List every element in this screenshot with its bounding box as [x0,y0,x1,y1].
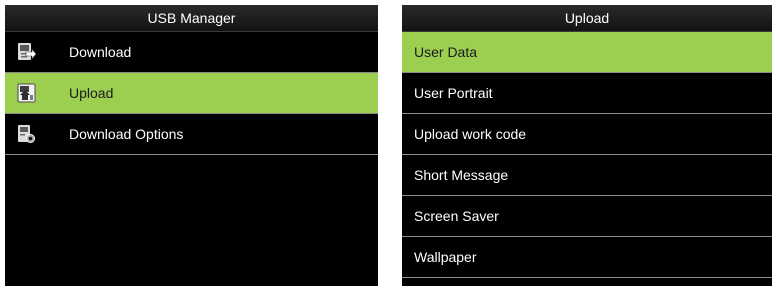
menu-item-label: User Portrait [414,85,493,101]
menu-item-wallpaper[interactable]: Wallpaper [402,237,772,278]
menu-item-label: Upload [69,85,114,101]
menu-item-label: Wallpaper [414,249,477,265]
download-icon [17,42,37,62]
menu-item-label: Short Message [414,167,509,183]
menu-item-label: Screen Saver [414,208,499,224]
menu-item-short-message[interactable]: Short Message [402,155,772,196]
menu-item-label: Download Options [69,126,184,142]
usb-manager-screen: USB Manager Download Upload Download Opt… [5,5,378,286]
menu-item-label: User Data [414,44,478,60]
upload-screen: Upload User Data User Portrait Upload wo… [402,5,772,286]
upload-title: Upload [402,5,772,32]
menu-item-label: Upload work code [414,126,527,142]
usb-manager-title: USB Manager [5,5,378,32]
download-options-icon [17,124,36,144]
menu-item-upload-work-code[interactable]: Upload work code [402,114,772,155]
menu-item-label: Download [69,44,132,60]
upload-icon [17,83,36,103]
menu-item-screen-saver[interactable]: Screen Saver [402,196,772,237]
menu-item-user-data[interactable]: User Data [402,32,772,73]
menu-item-user-portrait[interactable]: User Portrait [402,73,772,114]
menu-item-upload[interactable]: Upload [5,73,378,114]
menu-item-download[interactable]: Download [5,32,378,73]
menu-item-download-options[interactable]: Download Options [5,114,378,155]
